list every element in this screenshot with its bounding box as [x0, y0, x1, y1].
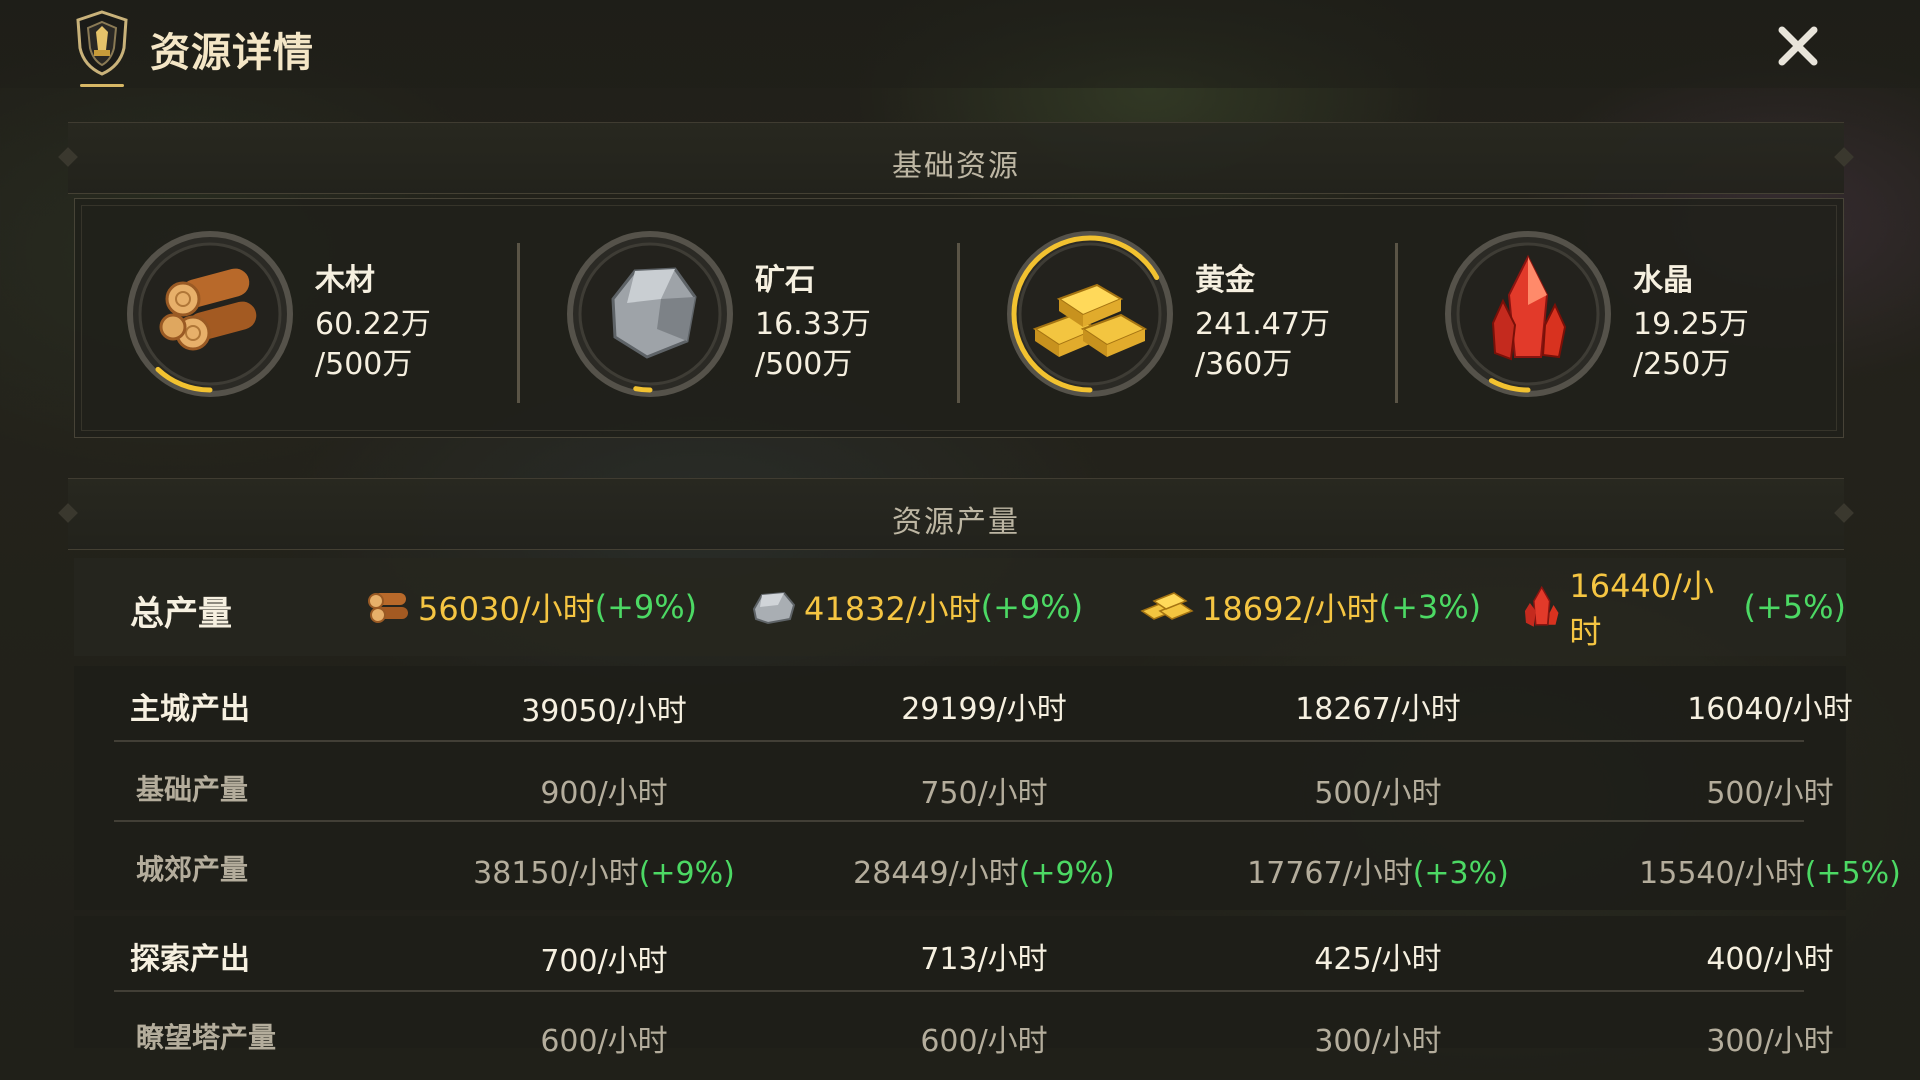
- suburb-bonus: (+9%): [638, 856, 735, 891]
- resource-amount: 241.47万: [1195, 307, 1330, 342]
- suburb-bonus: (+9%): [1018, 856, 1115, 891]
- divider: [957, 243, 960, 403]
- suburb-production-value: 28449/小时(+9%): [784, 848, 1184, 892]
- explore-block: 探索产出 700/小时 713/小时 425/小时 400/小时 瞭望塔产量 6…: [74, 916, 1846, 1059]
- total-gold: 18692/小时 (+3%): [1140, 582, 1481, 632]
- explore-value: 713/小时: [920, 942, 1048, 977]
- suburb-bonus: (+5%): [1804, 856, 1901, 891]
- total-bonus: (+5%): [1743, 588, 1846, 626]
- resource-panel: 木材 60.22万 /500万 矿石 16.33万 /500万 黄金 241.4…: [74, 198, 1844, 438]
- watchtower-production-label: 瞭望塔产量: [136, 1021, 277, 1054]
- suburb-production-value: 17767/小时(+3%): [1178, 848, 1578, 892]
- resource-ore[interactable]: 矿石 16.33万 /500万: [535, 229, 955, 409]
- resource-capacity: /360万: [1195, 347, 1293, 382]
- base-production-value: 900/小时: [540, 776, 668, 811]
- main-city-value: 29199/小时: [901, 692, 1067, 727]
- resource-gold[interactable]: 黄金 241.47万 /360万: [975, 229, 1395, 409]
- page-title: 资源详情: [150, 30, 314, 76]
- crystal-icon: [1524, 585, 1559, 627]
- resource-capacity: /500万: [315, 347, 413, 382]
- resource-ring-gold: [1007, 231, 1173, 397]
- resource-crystal[interactable]: 水晶 19.25万 /250万: [1413, 229, 1833, 409]
- section-title-production: 资源产量: [892, 505, 1020, 540]
- base-production-value: 500/小时: [1706, 776, 1834, 811]
- resource-name: 水晶: [1633, 263, 1693, 298]
- explore-value: 400/小时: [1706, 942, 1834, 977]
- resource-ring-wood: [127, 231, 293, 397]
- divider: [517, 243, 520, 403]
- section-bar-production: 资源产量: [68, 478, 1844, 550]
- gold-bars-icon: [1140, 592, 1194, 620]
- total-crystal: 16440/小时 (+5%): [1522, 567, 1846, 651]
- total-value: 18692/小时: [1202, 590, 1379, 628]
- resource-amount: 60.22万: [315, 307, 431, 342]
- watchtower-production-value: 300/小时: [1706, 1024, 1834, 1059]
- suburb-production-value: 38150/小时(+9%): [404, 848, 804, 892]
- total-value: 16440/小时: [1569, 567, 1715, 651]
- explore-label: 探索产出: [130, 942, 250, 977]
- main-city-value: 39050/小时: [521, 694, 687, 729]
- header-bar: 资源详情: [0, 0, 1920, 88]
- base-production-value: 500/小时: [1314, 776, 1442, 811]
- watchtower-production-value: 600/小时: [920, 1024, 1048, 1059]
- wood-logs-icon: [368, 593, 408, 623]
- total-production-row: 总产量 56030/小时 (+9%) 41832/小时 (+9%) 18692/小时…: [74, 558, 1846, 656]
- base-production-value: 750/小时: [920, 776, 1048, 811]
- resource-ring-crystal: [1445, 231, 1611, 397]
- resource-amount: 16.33万: [755, 307, 871, 342]
- shield-emblem-icon: [76, 10, 128, 76]
- total-value: 56030/小时: [418, 590, 595, 628]
- total-bonus: (+9%): [980, 588, 1084, 626]
- suburb-value: 38150/小时: [473, 856, 639, 891]
- watchtower-production-value: 300/小时: [1314, 1024, 1442, 1059]
- main-city-value: 18267/小时: [1295, 692, 1461, 727]
- suburb-bonus: (+3%): [1412, 856, 1509, 891]
- resource-name: 黄金: [1195, 263, 1255, 298]
- header-underline: [80, 84, 124, 87]
- resource-wood[interactable]: 木材 60.22万 /500万: [95, 229, 515, 409]
- suburb-production-label: 城郊产量: [136, 853, 249, 886]
- main-city-value: 16040/小时: [1687, 692, 1853, 727]
- explore-value: 425/小时: [1314, 942, 1442, 977]
- total-label: 总产量: [130, 594, 232, 634]
- resource-capacity: /250万: [1633, 347, 1731, 382]
- resource-name: 木材: [315, 263, 375, 298]
- total-wood: 56030/小时 (+9%): [364, 582, 697, 632]
- close-button[interactable]: [1770, 18, 1826, 74]
- explore-value: 700/小时: [540, 944, 668, 979]
- resource-name: 矿石: [755, 263, 815, 298]
- section-title-basic: 基础资源: [892, 149, 1020, 184]
- row-separator: [114, 740, 1804, 742]
- ore-stone-icon: [752, 591, 796, 625]
- total-value: 41832/小时: [804, 590, 981, 628]
- section-bar-basic: 基础资源: [68, 122, 1844, 194]
- watchtower-production-value: 600/小时: [540, 1024, 668, 1059]
- total-bonus: (+3%): [1378, 588, 1482, 626]
- resource-amount: 19.25万: [1633, 307, 1749, 342]
- suburb-value: 15540/小时: [1639, 856, 1805, 891]
- resource-capacity: /500万: [755, 347, 853, 382]
- row-separator: [114, 990, 1804, 992]
- row-separator: [114, 820, 1804, 822]
- resource-ring-ore: [567, 231, 733, 397]
- main-city-block: 主城产出 39050/小时 29199/小时 18267/小时 16040/小时…: [74, 666, 1901, 910]
- total-ore: 41832/小时 (+9%): [750, 582, 1083, 632]
- divider: [1395, 243, 1398, 403]
- base-production-label: 基础产量: [136, 773, 249, 806]
- suburb-value: 28449/小时: [853, 856, 1019, 891]
- main-city-label: 主城产出: [130, 692, 250, 727]
- suburb-value: 17767/小时: [1247, 856, 1413, 891]
- suburb-production-value: 15540/小时(+5%): [1570, 848, 1920, 892]
- ore-stone-icon: [611, 267, 697, 359]
- total-bonus: (+9%): [594, 588, 698, 626]
